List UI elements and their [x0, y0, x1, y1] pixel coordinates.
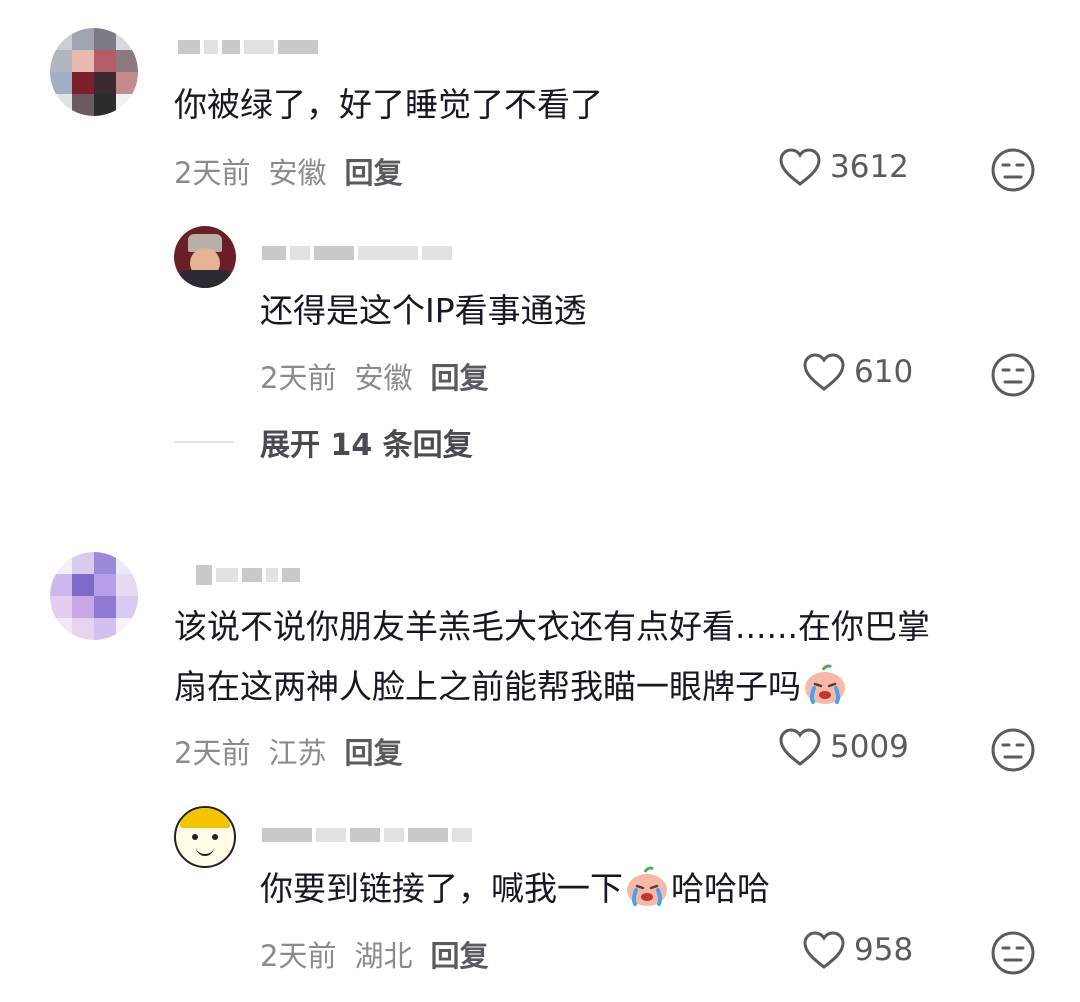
reply-meta: 2天前 安徽 回复 — [260, 355, 488, 397]
avatar[interactable] — [174, 226, 236, 288]
reply-time: 2天前 — [260, 939, 337, 973]
comment-time: 2天前 — [174, 156, 251, 190]
like-button[interactable]: 958 — [802, 930, 913, 970]
meh-face-icon[interactable] — [990, 930, 1036, 976]
comment-text: 你被绿了，好了睡觉了不看了 — [174, 85, 603, 124]
reply-time: 2天前 — [260, 361, 337, 395]
comment-location: 江苏 — [268, 736, 327, 770]
like-button[interactable]: 610 — [802, 352, 913, 392]
comment-meta: 2天前 安徽 回复 — [174, 150, 402, 192]
divider — [174, 441, 234, 443]
reply-text: 还得是这个IP看事通透 — [260, 291, 587, 330]
like-button[interactable]: 3612 — [778, 147, 909, 187]
meh-face-icon[interactable] — [990, 727, 1036, 773]
reply-location: 安徽 — [354, 361, 413, 395]
reply-text-after-emoji: 哈哈哈 — [671, 869, 770, 908]
heart-outline-icon — [803, 931, 845, 969]
avatar[interactable] — [174, 806, 236, 868]
heart-outline-icon — [779, 728, 821, 766]
comment-meta: 2天前 江苏 回复 — [174, 730, 402, 772]
reply-meta: 2天前 湖北 回复 — [260, 933, 488, 975]
like-count: 3612 — [830, 149, 909, 185]
heart-outline-icon — [803, 353, 845, 391]
reply-location: 湖北 — [354, 939, 413, 973]
comment-text-line2: 扇在这两神人脸上之前能帮我瞄一眼牌子吗 — [174, 658, 849, 716]
reply-button[interactable]: 回复 — [344, 730, 402, 772]
username-blurred[interactable] — [178, 34, 318, 60]
expand-replies-label: 展开 14 条回复 — [260, 428, 473, 463]
comment-text-line1: 该说不说你朋友羊羔毛大衣还有点好看......在你巴掌 — [174, 607, 930, 646]
username-blurred[interactable] — [262, 822, 472, 848]
username-blurred[interactable] — [262, 240, 452, 266]
reply-text-before-emoji: 你要到链接了，喊我一下 — [260, 869, 623, 908]
reply-button[interactable]: 回复 — [344, 150, 402, 192]
like-count: 958 — [854, 932, 914, 968]
like-count: 5009 — [830, 729, 909, 765]
crying-emoji-icon — [627, 866, 667, 906]
avatar[interactable] — [50, 552, 138, 640]
username-blurred[interactable] — [196, 562, 300, 588]
reply-button[interactable]: 回复 — [430, 355, 488, 397]
reply-text: 你要到链接了，喊我一下 哈哈哈 — [260, 860, 770, 918]
meh-face-icon[interactable] — [990, 352, 1036, 398]
comment-text-line2-content: 扇在这两神人脸上之前能帮我瞄一眼牌子吗 — [174, 667, 801, 706]
like-button[interactable]: 5009 — [778, 727, 909, 767]
heart-outline-icon — [779, 148, 821, 186]
reply-button[interactable]: 回复 — [430, 933, 488, 975]
crying-emoji-icon — [805, 664, 845, 704]
comment-time: 2天前 — [174, 736, 251, 770]
comment-location: 安徽 — [268, 156, 327, 190]
avatar[interactable] — [50, 28, 138, 116]
expand-replies-button[interactable]: 展开 14 条回复 — [174, 420, 473, 464]
meh-face-icon[interactable] — [990, 147, 1036, 193]
like-count: 610 — [854, 354, 914, 390]
